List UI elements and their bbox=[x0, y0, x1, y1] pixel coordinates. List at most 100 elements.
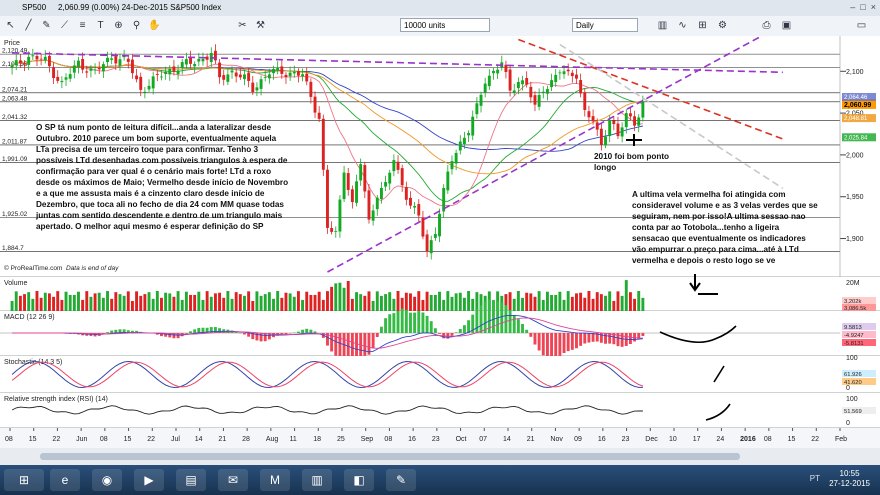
candle-body bbox=[521, 80, 524, 85]
macd-histogram-bar bbox=[438, 333, 441, 334]
start-button[interactable]: ⊞ bbox=[4, 469, 44, 491]
candle-body bbox=[201, 58, 205, 62]
candle-body bbox=[184, 59, 188, 65]
volume-bar bbox=[135, 291, 139, 311]
chart-type-icon[interactable]: ▥ bbox=[656, 19, 669, 32]
candle-body bbox=[575, 74, 578, 79]
candle-body bbox=[296, 71, 300, 76]
volume-bar bbox=[168, 293, 172, 311]
window-controls[interactable]: – □ × bbox=[850, 2, 876, 12]
macd-histogram-bar bbox=[259, 333, 263, 342]
candle-body bbox=[379, 188, 383, 199]
macd-histogram-bar bbox=[628, 333, 632, 344]
taskbar-app-trading[interactable]: ◧ bbox=[344, 469, 374, 491]
taskbar-app-security[interactable]: M bbox=[260, 469, 290, 491]
trend-icon[interactable]: ⟋ bbox=[58, 19, 71, 32]
settings-icon[interactable]: ⚙ bbox=[716, 19, 729, 32]
tools-icon[interactable]: ⚒ bbox=[254, 19, 267, 32]
time-axis-label: 28 bbox=[242, 436, 250, 443]
candle-body bbox=[591, 116, 595, 122]
candle-body bbox=[39, 58, 43, 60]
volume-bar bbox=[446, 291, 450, 311]
candle-body bbox=[429, 240, 433, 254]
time-axis-label: 07 bbox=[479, 436, 487, 443]
volume-bar bbox=[259, 295, 263, 311]
candle-body bbox=[409, 197, 412, 206]
volume-bar bbox=[296, 291, 300, 311]
taskbar-app-chart[interactable]: ▥ bbox=[302, 469, 332, 491]
target-icon[interactable]: ⊕ bbox=[112, 19, 125, 32]
time-axis-label: 23 bbox=[432, 436, 440, 443]
window-symbol: SP500 bbox=[22, 3, 47, 12]
rsi-panel-bg bbox=[0, 393, 880, 428]
system-tray[interactable]: PT bbox=[810, 474, 820, 483]
volume-bar bbox=[475, 292, 479, 311]
stoch-axis-label: 0 bbox=[846, 385, 850, 392]
candle-body bbox=[267, 74, 271, 79]
macd-badge-label: 9.5813 bbox=[844, 325, 862, 331]
candle-body bbox=[425, 234, 429, 252]
taskbar-app-media[interactable]: ▶ bbox=[134, 469, 164, 491]
time-axis-label: 2016 bbox=[740, 436, 756, 443]
volume-bar bbox=[591, 298, 595, 311]
taskbar-app-chrome[interactable]: ◉ bbox=[92, 469, 122, 491]
candle-body bbox=[450, 161, 454, 170]
volume-bar bbox=[197, 291, 201, 311]
fib-icon[interactable]: ≡ bbox=[76, 19, 89, 32]
arrow-icon[interactable]: ↖ bbox=[4, 19, 17, 32]
ma-badge-label: 2,048.81 bbox=[844, 116, 868, 122]
candle-body bbox=[620, 127, 624, 137]
time-axis-label: 22 bbox=[52, 436, 60, 443]
close-button[interactable]: × bbox=[871, 2, 876, 12]
line-icon[interactable]: ╱ bbox=[22, 19, 35, 32]
hand-icon[interactable]: ✋ bbox=[148, 19, 161, 32]
volume-bar bbox=[367, 291, 371, 311]
zoom-icon[interactable]: ⚲ bbox=[130, 19, 143, 32]
macd-histogram-bar bbox=[296, 331, 300, 333]
macd-histogram-bar bbox=[404, 309, 408, 333]
candle-body bbox=[628, 113, 632, 117]
candle-body bbox=[247, 72, 251, 81]
volume-bar bbox=[193, 294, 197, 311]
source-note: Data is end of day bbox=[66, 265, 119, 272]
volume-bar bbox=[305, 291, 309, 311]
volume-bar bbox=[218, 292, 222, 311]
indicator-icon[interactable]: ∿ bbox=[676, 19, 689, 32]
taskbar-app-paint[interactable]: ✎ bbox=[386, 469, 416, 491]
volume-bar bbox=[205, 291, 209, 311]
grid-icon[interactable]: ⊞ bbox=[696, 19, 709, 32]
macd-badge-label: -5.8131 bbox=[844, 341, 864, 347]
print-icon[interactable]: ⎙ bbox=[760, 19, 773, 32]
candle-body bbox=[230, 70, 234, 73]
time-axis-label: 21 bbox=[527, 436, 535, 443]
clock[interactable]: 10:55 27-12-2015 bbox=[829, 469, 870, 489]
taskbar-app-email[interactable]: ✉ bbox=[218, 469, 248, 491]
scissors-icon[interactable]: ✂ bbox=[236, 19, 249, 32]
candle-body bbox=[579, 80, 583, 94]
candle-body bbox=[583, 92, 587, 110]
volume-bar bbox=[442, 299, 446, 311]
minimize-panel-icon[interactable]: ▭ bbox=[855, 19, 868, 32]
volume-bar bbox=[164, 292, 168, 311]
units-select[interactable]: 10000 units bbox=[400, 18, 490, 32]
volume-bar bbox=[284, 292, 288, 311]
pencil-icon[interactable]: ✎ bbox=[40, 19, 53, 32]
macd-histogram-bar bbox=[562, 333, 566, 354]
price-level-label: 2,011.87 bbox=[2, 138, 27, 145]
minimize-button[interactable]: – bbox=[850, 2, 855, 12]
taskbar-app-ie[interactable]: e bbox=[50, 469, 80, 491]
candle-body bbox=[363, 165, 367, 192]
maximize-button[interactable]: □ bbox=[860, 2, 865, 12]
volume-bar bbox=[595, 292, 599, 311]
volume-bar bbox=[421, 299, 425, 311]
analysis-note-right: A ultima vela vermelha foi atingida com … bbox=[632, 190, 818, 265]
text-icon[interactable]: T bbox=[94, 19, 107, 32]
taskbar-app-folder[interactable]: ▤ bbox=[176, 469, 206, 491]
ma-badge-label: 2,064.46 bbox=[844, 95, 868, 101]
timeframe-select[interactable]: Daily bbox=[572, 18, 638, 32]
macd-histogram-bar bbox=[558, 333, 562, 356]
volume-bar bbox=[230, 298, 234, 311]
volume-bar bbox=[201, 299, 205, 311]
macd-histogram-bar bbox=[483, 301, 487, 333]
save-icon[interactable]: ▣ bbox=[780, 19, 793, 32]
